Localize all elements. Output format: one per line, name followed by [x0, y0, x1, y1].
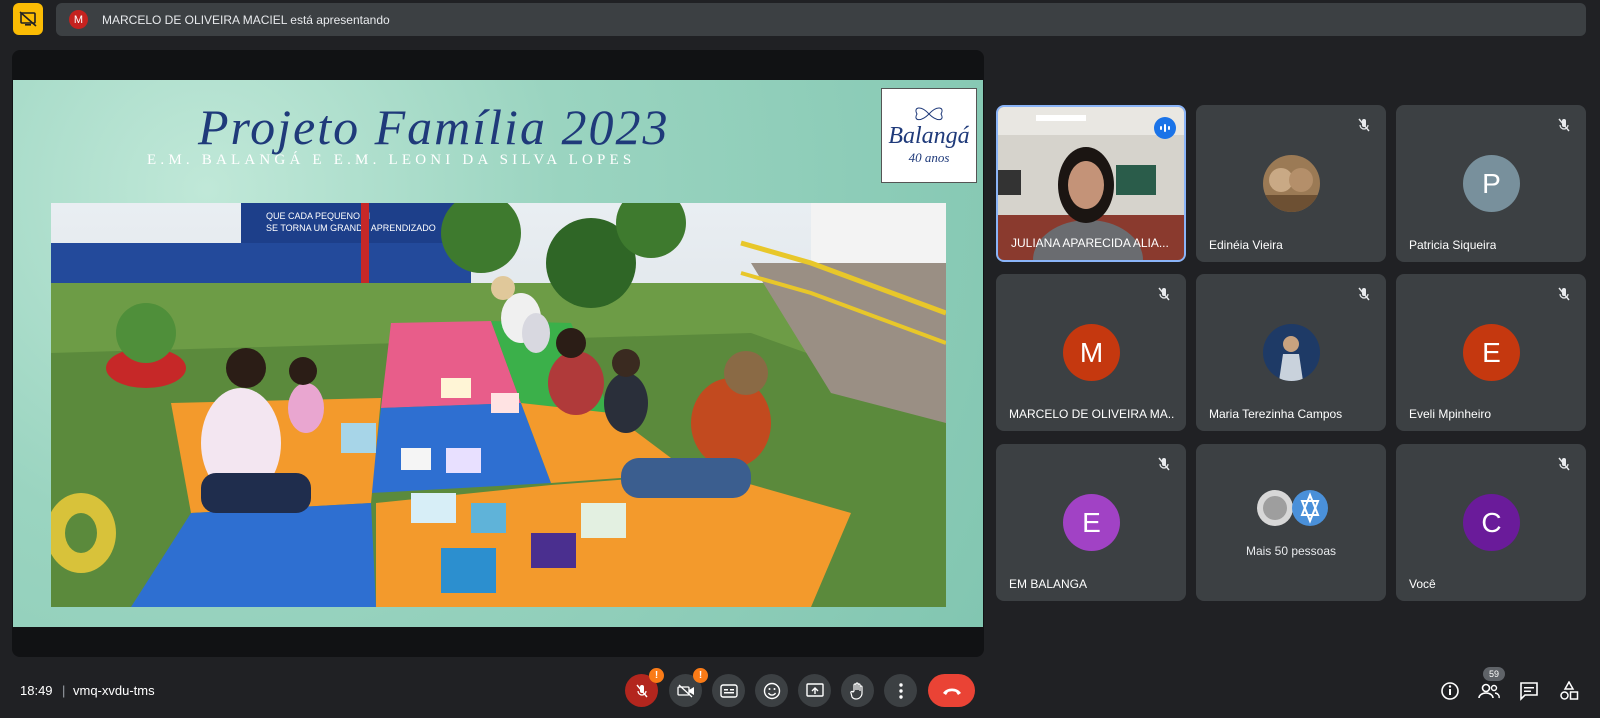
participant-tile[interactable]: E EM BALANGA: [996, 444, 1186, 601]
reactions-button[interactable]: [755, 674, 788, 707]
more-options-button[interactable]: [884, 674, 917, 707]
mic-toggle-button[interactable]: !: [625, 668, 664, 707]
participant-avatar: P: [1463, 155, 1520, 212]
more-vert-icon: [898, 682, 903, 699]
captions-button[interactable]: [712, 674, 745, 707]
more-participants-tile[interactable]: Mais 50 pessoas: [1196, 444, 1386, 601]
chat-icon: [1520, 682, 1538, 701]
top-bar: M MARCELO DE OLIVEIRA MACIEL está aprese…: [0, 0, 1600, 40]
stop-presenting-icon[interactable]: [13, 3, 43, 35]
slide-subtitle: E.M. BALANGÁ E E.M. LEONI DA SILVA LOPES: [147, 152, 636, 168]
mic-off-icon: [1156, 456, 1172, 472]
participant-tile[interactable]: M MARCELO DE OLIVEIRA MA...: [996, 274, 1186, 431]
mural-text-1: QUE CADA PEQUENO M: [266, 211, 370, 221]
presentation-stage: Projeto Família 2023 E.M. BALANGÁ E E.M.…: [12, 50, 984, 657]
hang-up-icon: [942, 688, 961, 695]
mic-off-icon: [1356, 117, 1372, 133]
leave-call-button[interactable]: [928, 674, 975, 707]
mic-off-icon: [1556, 286, 1572, 302]
more-participants-avatars: [1257, 490, 1328, 526]
participant-tile[interactable]: Maria Terezinha Campos: [1196, 274, 1386, 431]
participant-name: Maria Terezinha Campos: [1209, 407, 1343, 421]
mic-off-icon: [1556, 456, 1572, 472]
participant-tile[interactable]: JULIANA APARECIDA ALIA...: [996, 105, 1186, 262]
chat-button[interactable]: [1517, 679, 1541, 703]
participant-avatar: M: [1063, 324, 1120, 381]
activities-button[interactable]: [1557, 679, 1581, 703]
participant-name: Edinéia Vieira: [1209, 238, 1283, 252]
participant-name: Patricia Siqueira: [1409, 238, 1497, 252]
camera-warning-badge: !: [693, 668, 708, 683]
participant-tile[interactable]: E Eveli Mpinheiro: [1396, 274, 1586, 431]
self-tile[interactable]: C Você: [1396, 444, 1586, 601]
slide-photo: QUE CADA PEQUENO M SE TORNA UM GRANDE AP…: [51, 203, 946, 607]
hand-icon: [849, 681, 863, 700]
presenter-avatar: M: [69, 10, 88, 29]
meeting-code: vmq-xvdu-tms: [73, 683, 155, 698]
meeting-details-button[interactable]: [1438, 679, 1462, 703]
separator: |: [62, 683, 66, 698]
mic-off-icon: [1156, 286, 1172, 302]
meeting-time: 18:49: [20, 683, 53, 698]
mural-text-2: SE TORNA UM GRANDE APRENDIZADO: [266, 223, 436, 233]
participant-name: Você: [1409, 577, 1436, 591]
more-participants-label: Mais 50 pessoas: [1245, 544, 1337, 558]
participant-name: Eveli Mpinheiro: [1409, 407, 1492, 421]
participant-name: EM BALANGA: [1009, 577, 1088, 591]
speaking-indicator-icon: [1154, 117, 1176, 139]
participant-tile[interactable]: P Patricia Siqueira: [1396, 105, 1586, 262]
mic-off-icon: [1356, 286, 1372, 302]
people-count-badge: 59: [1483, 667, 1505, 681]
participant-name: JULIANA APARECIDA ALIA...: [1011, 236, 1169, 250]
school-logo: Balangá 40 anos: [881, 88, 977, 183]
logo-name: Balangá: [888, 123, 970, 149]
present-icon: [805, 682, 824, 697]
info-icon: [1441, 682, 1459, 700]
participant-avatar: C: [1463, 494, 1520, 551]
slide-title: Projeto Família 2023: [198, 99, 670, 155]
mic-off-icon: [635, 684, 648, 697]
participant-avatar: [1263, 324, 1320, 381]
people-button[interactable]: 59: [1477, 667, 1505, 703]
shared-slide: Projeto Família 2023 E.M. BALANGÁ E E.M.…: [13, 80, 983, 627]
participant-name: MARCELO DE OLIVEIRA MA...: [1009, 407, 1174, 421]
presenting-banner: M MARCELO DE OLIVEIRA MACIEL está aprese…: [56, 3, 1586, 36]
participant-avatar: [1263, 155, 1320, 212]
presenting-text: MARCELO DE OLIVEIRA MACIEL está apresent…: [102, 12, 390, 27]
butterfly-icon: [915, 107, 943, 121]
mic-warning-badge: !: [649, 668, 664, 683]
participant-avatar: E: [1463, 324, 1520, 381]
present-screen-button[interactable]: [798, 674, 831, 707]
participant-avatar: E: [1063, 494, 1120, 551]
shapes-icon: [1560, 681, 1579, 700]
mic-off-icon: [1556, 117, 1572, 133]
people-icon: [1478, 683, 1500, 699]
camera-off-icon: [676, 684, 694, 697]
bottom-toolbar: 18:49 | vmq-xvdu-tms ! ! 59: [0, 665, 1600, 718]
captions-icon: [719, 683, 738, 698]
raise-hand-button[interactable]: [841, 674, 874, 707]
participant-tile[interactable]: Edinéia Vieira: [1196, 105, 1386, 262]
camera-toggle-button[interactable]: !: [669, 668, 708, 707]
logo-years: 40 anos: [908, 150, 950, 165]
emoji-icon: [763, 682, 780, 699]
